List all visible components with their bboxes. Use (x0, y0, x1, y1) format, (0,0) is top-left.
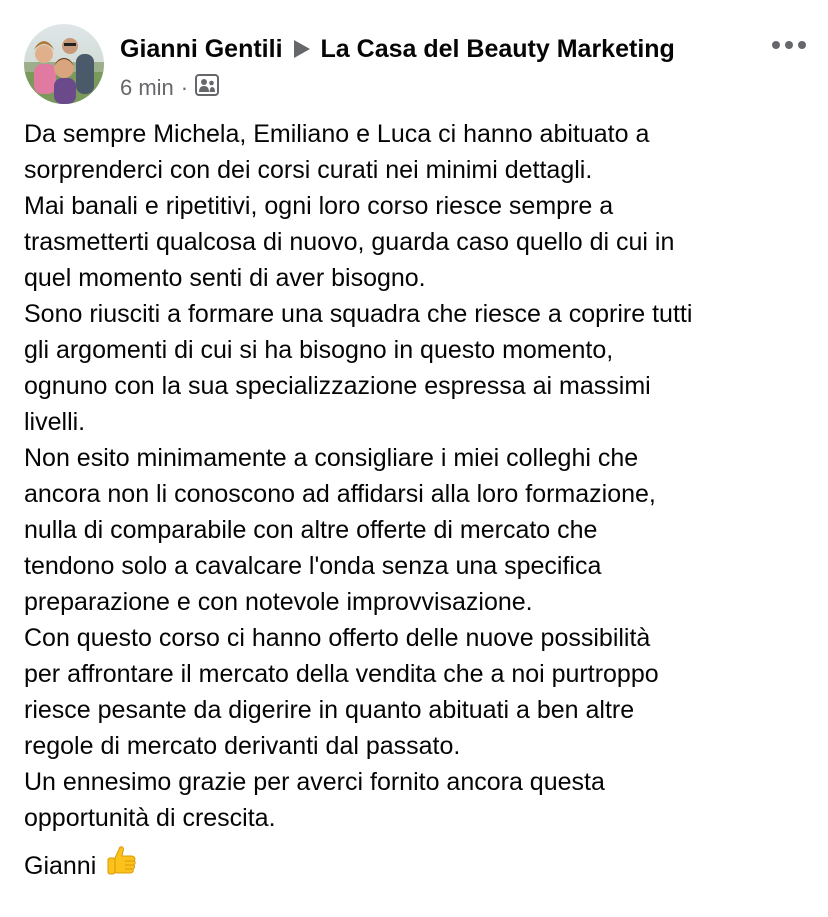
author-name-link[interactable]: Gianni Gentili (120, 35, 283, 63)
more-options-icon[interactable] (770, 34, 808, 56)
post-body-line: Un ennesimo grazie per averci fornito an… (24, 768, 605, 796)
post-body-line: regole di mercato derivanti dal passato. (24, 732, 461, 760)
post-body: Da sempre Michela, Emiliano e Luca ci ha… (24, 116, 814, 836)
post-header: Gianni Gentili La Casa del Beauty Marketi… (120, 30, 675, 70)
post-body-line: opportunità di crescita. (24, 804, 276, 832)
group-audience-icon[interactable] (195, 72, 220, 106)
meta-separator: · (180, 75, 189, 100)
post-body-line: ancora non li conoscono ad affidarsi all… (24, 480, 656, 508)
shared-to-arrow-icon (293, 32, 311, 70)
signature-text: Gianni (24, 852, 97, 880)
post-body-line: gli argomenti di cui si ha bisogno in qu… (24, 336, 614, 364)
post-body-line: preparazione e con notevole improvvisazi… (24, 588, 533, 616)
post-signature: Gianni (24, 844, 138, 888)
post-body-line: nulla di comparabile con altre offerte d… (24, 516, 598, 544)
post-body-line: Sono riusciti a formare una squadra che … (24, 300, 693, 328)
post-timestamp[interactable]: 6 min (120, 71, 174, 105)
group-name-link[interactable]: La Casa del Beauty Marketing (321, 35, 675, 63)
post-body-line: trasmetterti qualcosa di nuovo, guarda c… (24, 228, 675, 256)
post-body-line: sorprenderci con dei corsi curati nei mi… (24, 156, 593, 184)
post-body-line: ognuno con la sua specializzazione espre… (24, 372, 651, 400)
post-body-line: Mai banali e ripetitivi, ogni loro corso… (24, 192, 614, 220)
post-body-line: Da sempre Michela, Emiliano e Luca ci ha… (24, 120, 650, 148)
post-body-line: riesce pesante da digerire in quanto abi… (24, 696, 635, 724)
post-body-line: Non esito minimamente a consigliare i mi… (24, 444, 639, 472)
post-body-line: livelli. (24, 408, 86, 436)
author-avatar[interactable] (24, 24, 104, 104)
post-body-line: Con questo corso ci hanno offerto delle … (24, 624, 651, 652)
post-body-line: quel momento senti di aver bisogno. (24, 264, 426, 292)
thumbs-up-icon (104, 844, 138, 888)
facebook-post: Gianni Gentili La Casa del Beauty Marketi… (0, 0, 828, 917)
post-body-line: tendono solo a cavalcare l'onda senza un… (24, 552, 602, 580)
post-body-line: per affrontare il mercato della vendita … (24, 660, 659, 688)
post-meta: 6 min · (120, 70, 220, 106)
